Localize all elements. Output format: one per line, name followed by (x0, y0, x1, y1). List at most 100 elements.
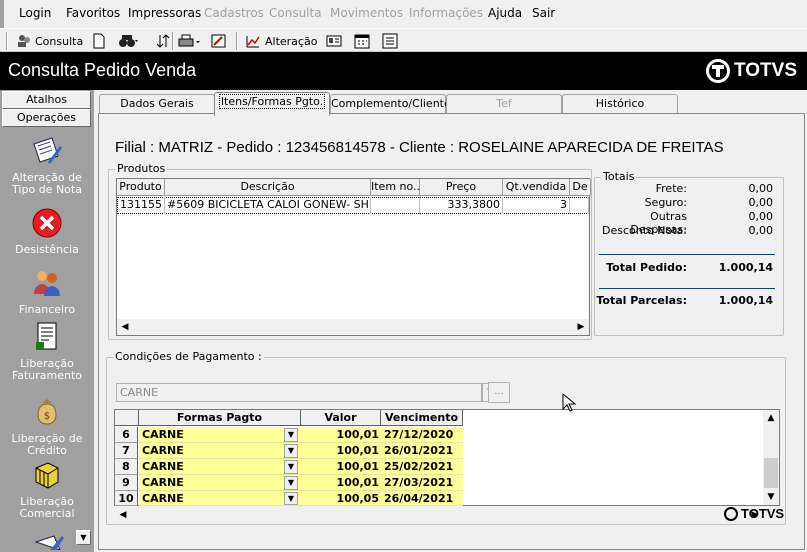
printer-icon[interactable] (178, 31, 202, 51)
chevron-down-icon[interactable]: ▼ (284, 476, 298, 490)
cell-produto[interactable]: 131155 (117, 197, 165, 214)
cell-valor[interactable]: 100,01 (301, 475, 381, 491)
condicao-lookup-button[interactable]: ... (488, 382, 510, 403)
cell-qt-vendida[interactable]: 3 (503, 197, 570, 214)
new-document-icon[interactable] (92, 31, 106, 51)
op-desistencia[interactable]: Desistência (0, 206, 94, 256)
menu-consulta: Consulta (269, 6, 322, 20)
totvs-logo-text: TOTVS (734, 60, 797, 81)
frete-label: Frete: (655, 182, 687, 195)
cell-vencimento[interactable]: 27/12/2020 (381, 427, 463, 443)
toolbar-separator (172, 32, 174, 50)
col-descricao[interactable]: Descrição (165, 179, 371, 196)
op-liberacao-faturamento-label: Liberação Faturamento (11, 357, 83, 382)
op-alteracao-tipo-nota-label: Alteração de Tipo de Nota (12, 171, 82, 196)
cell-valor[interactable]: 100,05 (301, 491, 381, 506)
menu-sair[interactable]: Sair (532, 6, 555, 20)
chevron-down-icon[interactable]: ▼ (284, 428, 298, 442)
outras-despesas-value: 0,00 (748, 210, 774, 223)
col-qt-vendida[interactable]: Qt.vendida (503, 179, 570, 196)
tools-icon[interactable] (210, 31, 228, 51)
col-valor[interactable]: Valor (301, 410, 381, 426)
scroll-thumb[interactable] (764, 458, 778, 488)
menu-cadastros: Cadastros (204, 6, 264, 20)
row-number: 10 (115, 491, 138, 506)
op-liberacao-credito[interactable]: $ Liberação de Crédito (0, 395, 94, 457)
menu-favoritos[interactable]: Favoritos (66, 6, 120, 20)
cell-vencimento[interactable]: 25/02/2021 (381, 459, 463, 475)
scroll-down-arrow-icon[interactable]: ▼ (763, 489, 779, 505)
cell-de[interactable] (570, 197, 589, 214)
menu-login[interactable]: Login (19, 6, 51, 20)
row-number: 6 (115, 427, 138, 443)
chevron-down-icon[interactable]: ▼ (284, 492, 298, 505)
alteracao-label: Alteração (265, 34, 318, 48)
col-preco[interactable]: Preço (420, 179, 503, 196)
binoculars-icon[interactable] (118, 31, 140, 51)
menu-ajuda[interactable]: Ajuda (488, 6, 522, 20)
condicoes-pagamento-title: Condições de Pagamento : (113, 350, 264, 363)
toolbar-separator (236, 32, 238, 50)
row-number-header (115, 410, 139, 426)
cell-forma-pagto[interactable]: CARNE (139, 491, 301, 506)
cell-item-no[interactable] (371, 197, 420, 214)
tab-dados-gerais[interactable]: Dados Gerais (99, 94, 215, 114)
cell-forma-pagto[interactable]: CARNE (139, 427, 301, 443)
chevron-down-icon[interactable]: ▼ (284, 460, 298, 474)
sidebar-scroll-down-button[interactable]: ▼ (76, 530, 91, 545)
scroll-up-arrow-icon[interactable]: ▲ (763, 410, 779, 426)
scroll-left-arrow-icon[interactable]: ◀ (117, 319, 133, 335)
cell-forma-pagto[interactable]: CARNE (139, 475, 301, 491)
frete-value: 0,00 (748, 182, 774, 195)
tab-historico[interactable]: Histórico (562, 94, 678, 114)
col-produto[interactable]: Produto (117, 179, 165, 196)
menu-impressoras[interactable]: Impressoras (128, 6, 201, 20)
calendar-icon[interactable] (354, 31, 370, 51)
desconto-nota-value: 0,00 (748, 224, 774, 237)
cell-vencimento[interactable]: 26/01/2021 (381, 443, 463, 459)
op-liberacao-faturamento[interactable]: Liberação Faturamento (0, 320, 94, 382)
op-liberacao-comercial-label: Liberação Comercial (19, 495, 75, 520)
cell-vencimento[interactable]: 27/03/2021 (381, 475, 463, 491)
desconto-nota-label: Desconto Nota: (602, 224, 687, 237)
condicao-pagamento-select[interactable]: CARNE (116, 383, 482, 402)
money-bag-icon: $ (37, 399, 57, 425)
payment-hscrollbar[interactable]: ◀ ▶ (115, 507, 763, 523)
cell-valor[interactable]: 100,01 (301, 443, 381, 459)
tab-itens-formas-pgto[interactable]: Itens/Formas Pgto. (214, 92, 330, 116)
col-de[interactable]: De (570, 179, 591, 196)
cancel-icon (32, 208, 62, 238)
products-hscrollbar[interactable]: ◀ ▶ (117, 319, 589, 335)
payment-vscrollbar[interactable]: ▲ ▼ (763, 410, 779, 505)
cell-descricao[interactable]: #5609 BICICLETA CALOI GONEW- SHI... (165, 197, 371, 214)
col-item-no[interactable]: Item no... (371, 179, 420, 196)
consulta-button[interactable]: Consulta (16, 31, 83, 51)
cell-forma-pagto[interactable]: CARNE (139, 459, 301, 475)
cell-forma-pagto[interactable]: CARNE (139, 443, 301, 459)
totais-group: Totais Frete: 0,00 Seguro: 0,00 Outras D… (594, 170, 784, 336)
id-card-icon[interactable] (326, 31, 342, 51)
col-formas-pagto[interactable]: Formas Pagto (139, 410, 301, 426)
scroll-right-arrow-icon[interactable]: ▶ (573, 319, 589, 335)
list-window-icon[interactable] (382, 31, 398, 51)
people-search-icon (16, 33, 32, 49)
totvs-logo-icon (706, 59, 730, 83)
op-financeiro[interactable]: Financeiro (0, 266, 94, 316)
cell-valor[interactable]: 100,01 (301, 427, 381, 443)
op-liberacao-comercial[interactable]: Liberação Comercial (0, 458, 94, 520)
atalhos-button[interactable]: Atalhos (2, 91, 91, 109)
alteracao-button[interactable]: Alteração (245, 31, 317, 51)
op-alteracao-tipo-nota[interactable]: Alteração de Tipo de Nota (0, 134, 94, 196)
col-vencimento[interactable]: Vencimento (381, 410, 463, 426)
scroll-left-arrow-icon[interactable]: ◀ (115, 507, 131, 523)
sort-icon[interactable] (156, 31, 170, 51)
chevron-down-icon[interactable]: ▼ (284, 444, 298, 458)
cell-preco[interactable]: 333,3800 (420, 197, 503, 214)
cell-valor[interactable]: 100,01 (301, 459, 381, 475)
op-partial-item[interactable] (32, 530, 72, 551)
cell-vencimento[interactable]: 26/04/2021 (381, 491, 463, 506)
tab-complemento-cliente[interactable]: Complemento/Cliente (330, 94, 451, 114)
tab-tef: Tef (446, 94, 562, 114)
op-liberacao-credito-label: Liberação de Crédito (11, 432, 83, 457)
operacoes-button[interactable]: Operações (2, 109, 91, 127)
